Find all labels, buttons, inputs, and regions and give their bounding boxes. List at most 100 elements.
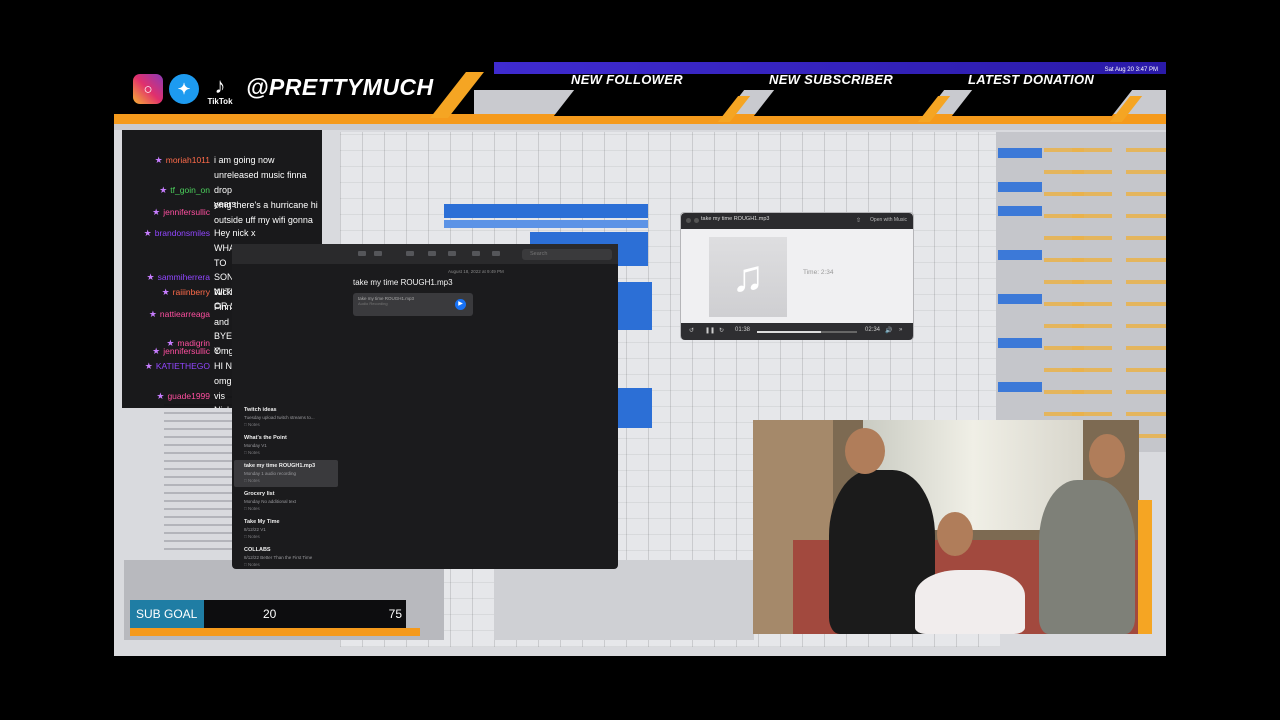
scrubber[interactable] [757,331,857,333]
chat-username[interactable]: moriah1011 [166,153,210,168]
chat-meta: ★ guade1999 [122,374,214,408]
chat-username[interactable]: tf_goin_on [170,183,210,198]
track-header[interactable] [998,182,1042,192]
sub-goal-target: 75 [388,607,402,621]
webcam-person [937,512,973,556]
chat-username[interactable]: sammiherrera [158,270,210,285]
audio-clip[interactable] [444,204,648,218]
chat-username[interactable]: KATIETHEGO [156,359,210,374]
note-list-preview-text: upload twitch streams to... [262,415,315,420]
chat-meta: ★ KATIETHEGO [122,359,214,374]
note-list-preview: 8/12/22 Better Than the First Time [244,554,328,561]
mixer-controls[interactable] [1126,138,1166,438]
chat-message: ★ brandonsmiles Hey nick x [122,226,322,241]
track-header[interactable] [998,250,1042,260]
note-list-folder: □ Notes [244,505,328,512]
note-list-title: COLLABS [244,547,271,553]
media-icon[interactable] [448,251,456,256]
note-title[interactable]: take my time ROUGH1.mp3 [353,278,453,287]
scrubber-progress [757,331,821,333]
notes-window[interactable]: August 18, 2022 at 9:49 PM take my time … [232,244,618,569]
note-list-preview: Monday No additional text [244,498,328,505]
daw-mixer[interactable] [996,132,1166,452]
chat-text: i am going now [214,155,275,165]
star-icon: ★ [159,184,168,195]
note-list-title: What's the Point [244,435,287,441]
list-icon[interactable] [358,251,366,256]
chat-username[interactable]: raiiinberry [173,285,210,300]
sub-goal-label: SUB GOAL [130,600,204,628]
chat-message: ★ moriah1011 i am going now [122,153,322,168]
expand-icon[interactable]: » [899,327,902,333]
chat-username[interactable]: brandonsmiles [155,226,210,241]
note-list-folder-name: Notes [247,422,260,427]
quicklook-player[interactable]: take my time ROUGH1.mp3 ⇧ Open with Musi… [680,212,914,340]
volume-icon[interactable]: 🔊 [885,327,892,334]
menubar-clock[interactable]: Sat Aug 20 3:47 PM [1105,67,1158,73]
close-button[interactable] [686,218,691,223]
note-list-item[interactable]: Grocery list Monday No additional text □ N… [234,488,338,515]
twitter-icon: ✦ [169,74,199,104]
checklist-icon[interactable] [406,251,414,256]
note-list-item[interactable]: COLLABS 8/12/22 Better Than the First Tim… [234,544,338,571]
grid-icon[interactable] [374,251,382,256]
chat-text: Hey nick x [214,228,256,238]
tiktok-label: TikTok [207,96,233,106]
audio-attachment[interactable]: take my time ROUGH1.mp3 Audio Recording … [353,293,473,316]
open-with-music-button[interactable]: Open with Music [870,217,907,223]
note-list-title: Take My Time [244,519,280,525]
track-header[interactable] [998,338,1042,348]
new-subscriber-label: NEW SUBSCRIBER [769,72,894,87]
note-list-day: Monday [244,499,261,504]
chat-username[interactable]: jennifersullic [163,205,210,220]
notes-search-input[interactable] [522,249,612,260]
forward-icon[interactable]: ↻ [719,327,724,334]
table-icon[interactable] [428,251,436,256]
note-list-item[interactable]: What's the Point Monday V1 □ Notes [234,432,338,459]
audio-clip[interactable] [616,388,652,428]
share-icon[interactable]: ⇧ [856,217,861,224]
mixer-controls[interactable] [1072,138,1112,438]
donation-bar [951,90,1133,116]
chat-meta: ★ jennifersullic [122,198,214,227]
note-list-item[interactable]: take my time ROUGH1.mp3 Monday 1 audio re… [234,460,338,487]
note-list-folder-name: Notes [247,450,260,455]
note-list-item[interactable]: Take My Time 8/12/22 V1 □ Notes [234,516,338,543]
track-header[interactable] [998,206,1042,216]
chat-username[interactable]: jennifersullic [163,344,210,359]
pause-icon[interactable]: ❚❚ [705,327,715,334]
track-header[interactable] [998,382,1042,392]
note-list-preview-text: V1 [260,527,266,532]
notes-list: Twitch ideas Tuesday upload twitch stream… [232,404,340,569]
play-icon[interactable]: ▶ [455,299,466,310]
chat-meta: ★ brandonsmiles [122,226,214,241]
audio-clip[interactable] [616,282,652,330]
fullscreen-button[interactable] [694,218,699,223]
webcam-accent [1138,500,1152,634]
star-icon: ★ [152,346,161,356]
note-list-preview-text: 1 audio recording [261,471,297,476]
note-list-preview-text: V1 [261,443,267,448]
attachment-type: Audio Recording [358,301,388,306]
note-list-folder: □ Notes [244,533,328,540]
chat-username[interactable]: guade1999 [167,389,210,404]
audio-clip[interactable] [444,220,648,228]
chat-username[interactable]: nattiearreaga [160,307,210,322]
track-header[interactable] [998,148,1042,158]
rewind-icon[interactable]: ↺ [689,327,694,334]
follower-bar [553,90,745,116]
star-icon: ★ [143,228,152,238]
share-icon[interactable] [492,251,500,256]
track-header[interactable] [998,294,1042,304]
star-icon: ★ [146,272,155,282]
lock-icon[interactable] [472,251,480,256]
note-list-preview: Tuesday upload twitch streams to... [244,414,328,421]
note-list-folder-name: Notes [247,478,260,483]
note-list-folder: □ Notes [244,421,328,428]
note-list-item[interactable]: Twitch ideas Tuesday upload twitch stream… [234,404,338,431]
daw-clip-view[interactable] [494,560,754,640]
chat-meta: ★ moriah1011 [122,153,214,168]
star-icon: ★ [148,309,157,320]
webcam-person [1039,480,1135,634]
note-list-preview: 8/12/22 V1 [244,526,328,533]
